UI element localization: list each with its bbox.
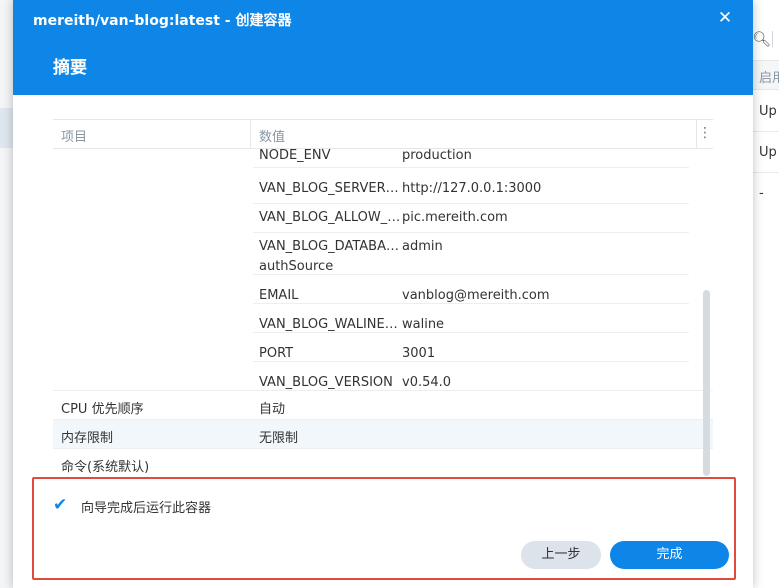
scrollbar-thumb[interactable] — [703, 290, 710, 476]
env-value: http://127.0.0.1:3000 — [402, 181, 542, 196]
env-value: v0.54.0 — [402, 375, 452, 390]
env-value: admin — [402, 239, 443, 254]
row-divider — [253, 274, 689, 275]
dialog-title: mereith/van-blog:latest - 创建容器 — [33, 13, 292, 29]
env-value: production — [402, 148, 472, 163]
table-row: CPU 优先顺序 自动 — [53, 391, 713, 420]
summary-table: 项目 数值 ⋮ NODE_ENV production VAN_BLOG_SER… — [53, 119, 713, 476]
checkmark-icon: ✔ — [53, 495, 68, 515]
env-key: VAN_BLOG_DATABASE_URL authSource — [259, 239, 404, 274]
search-icon[interactable]: 🔍︎ — [752, 30, 771, 48]
env-row: VAN_BLOG_VERSION v0.54.0 — [53, 368, 713, 391]
item-label: 命令(系统默认) — [61, 460, 150, 475]
checkbox-label: 向导完成后运行此容器 — [81, 501, 212, 516]
item-label: CPU 优先顺序 — [61, 402, 144, 417]
previous-button[interactable]: 上一步 — [521, 541, 601, 569]
table-row: 命令(系统默认) — [53, 449, 713, 476]
background-cell: - — [759, 186, 764, 201]
env-key: VAN_BLOG_VERSION — [259, 375, 393, 390]
column-header-value[interactable]: 数值 — [259, 126, 285, 145]
run-after-wizard-checkbox[interactable]: ✔ 向导完成后运行此容器 — [53, 495, 273, 517]
background-header-cell: 启用 — [759, 71, 779, 86]
finish-button[interactable]: 完成 — [610, 541, 729, 569]
row-divider — [253, 167, 689, 168]
item-value: 无限制 — [259, 431, 299, 446]
item-label: 内存限制 — [61, 431, 114, 446]
background-sidebar-selected — [0, 108, 13, 148]
dialog-subtitle: 摘要 — [53, 58, 87, 78]
column-header-item[interactable]: 项目 — [61, 126, 87, 145]
env-row: VAN_BLOG_SERVER_URL http://127.0.0.1:300… — [53, 174, 713, 203]
env-row: PORT 3001 — [53, 339, 713, 368]
env-row: EMAIL vanblog@mereith.com — [53, 281, 713, 310]
env-key: NODE_ENV — [259, 148, 331, 163]
dialog-header: mereith/van-blog:latest - 创建容器 ✕ 摘要 — [13, 0, 753, 95]
column-divider[interactable] — [696, 120, 697, 149]
env-row: VAN_BLOG_DATABASE_URL authSource admin — [53, 232, 713, 274]
item-value: 自动 — [259, 402, 286, 417]
row-divider — [253, 303, 689, 304]
create-container-dialog: mereith/van-blog:latest - 创建容器 ✕ 摘要 项目 数… — [13, 0, 753, 588]
table-row: 内存限制 无限制 — [53, 420, 713, 449]
column-divider[interactable] — [250, 120, 251, 149]
background-search-input[interactable] — [772, 31, 779, 47]
table-scrollbar[interactable] — [703, 290, 711, 476]
env-row: VAN_BLOG_WALINE_DB waline — [53, 310, 713, 339]
env-key: VAN_BLOG_SERVER_URL — [259, 181, 404, 196]
background-sidebar — [0, 0, 13, 588]
env-value: pic.mereith.com — [402, 210, 508, 225]
more-vertical-icon[interactable]: ⋮ — [698, 125, 712, 141]
table-header: 项目 数值 ⋮ — [53, 119, 713, 149]
row-divider — [253, 361, 689, 362]
env-key: VAN_BLOG_ALLOW_DOMAINS — [259, 210, 404, 225]
env-row: VAN_BLOG_ALLOW_DOMAINS pic.mereith.com — [53, 203, 713, 232]
close-icon[interactable]: ✕ — [715, 8, 735, 28]
row-divider — [253, 332, 689, 333]
background-cell: Up — [759, 145, 777, 160]
background-cell: Up — [759, 104, 777, 119]
